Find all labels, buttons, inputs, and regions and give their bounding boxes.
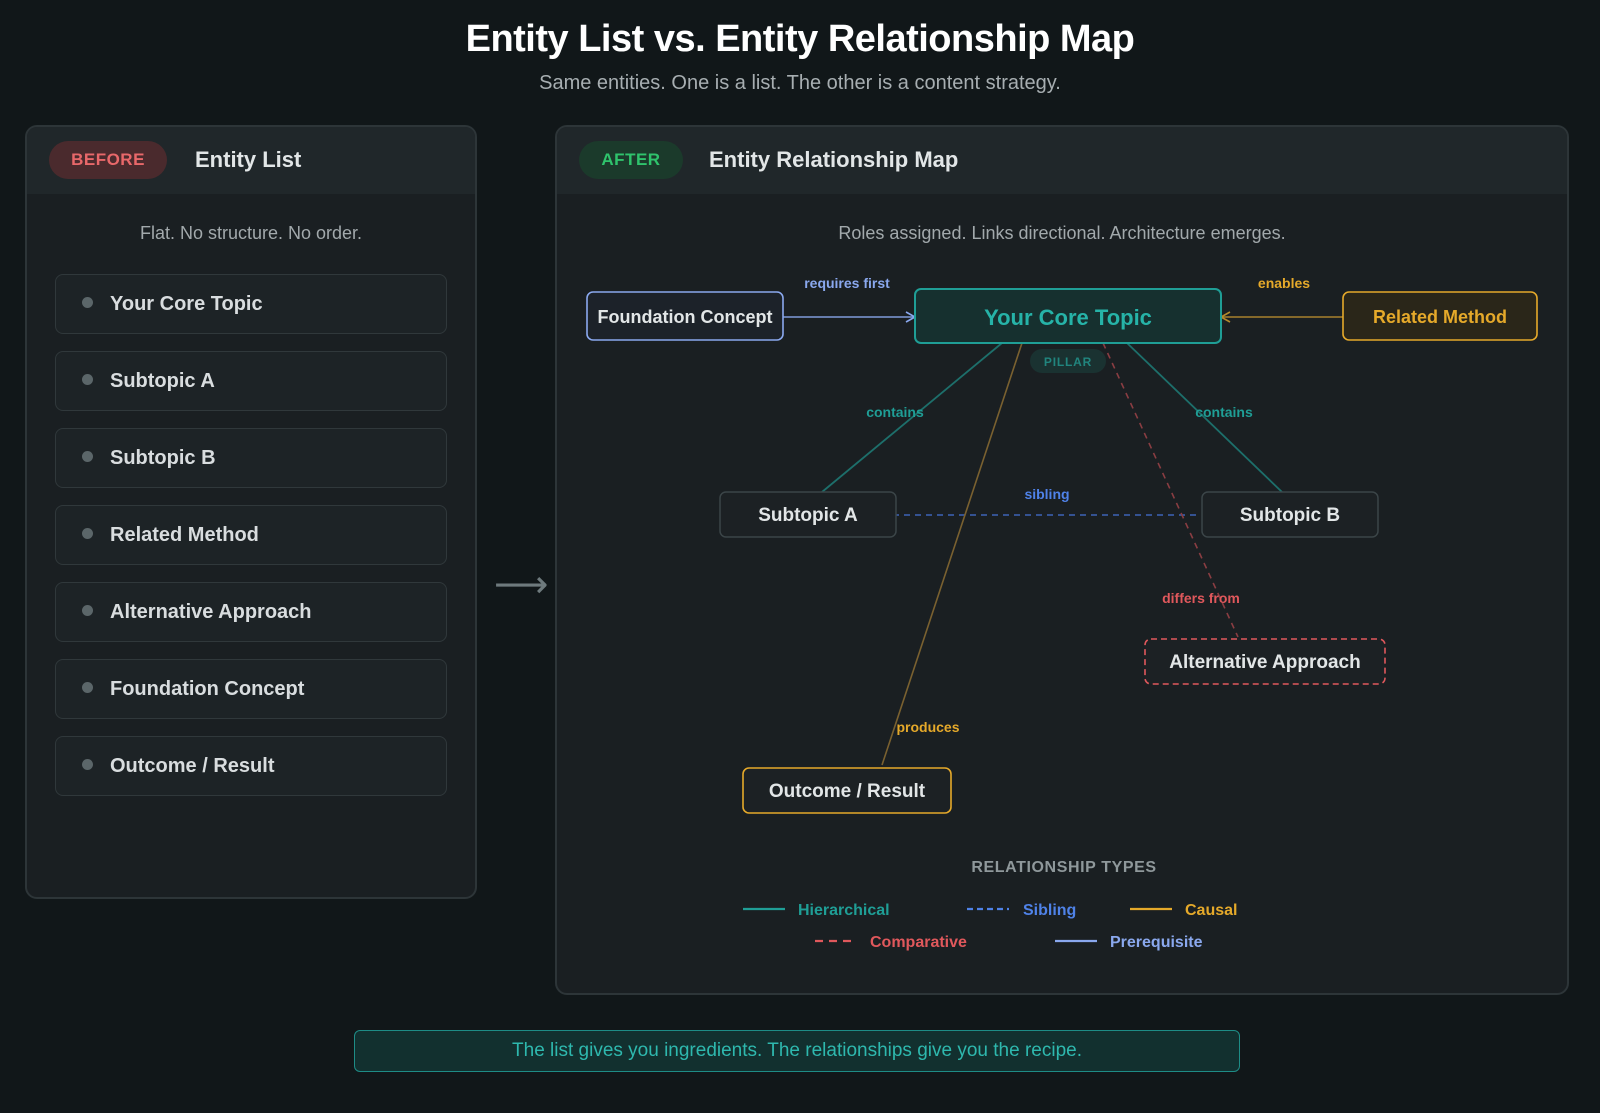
node-subtopic-a-label: Subtopic A <box>758 505 858 526</box>
bullet-icon <box>82 296 93 308</box>
node-method: Related Method <box>1342 291 1538 341</box>
bullet-icon <box>82 373 93 385</box>
before-panel: BEFORE Entity List Flat. No structure. N… <box>25 125 477 899</box>
after-panel: AFTER Entity Relationship Map Roles assi… <box>555 125 1569 995</box>
node-foundation-label: Foundation Concept <box>598 307 773 327</box>
list-item-label: Subtopic B <box>110 446 216 469</box>
legend-item-prerequisite: Prerequisite <box>1055 934 1203 951</box>
legend-item-causal: Causal <box>1130 902 1237 919</box>
list-item: Subtopic A <box>55 351 447 411</box>
relationship-map: requires first enables contains contains… <box>586 275 1538 951</box>
legend-sibling-label: Sibling <box>1023 902 1076 919</box>
bullet-icon <box>82 527 93 539</box>
legend-item-sibling: Sibling <box>967 902 1076 919</box>
before-badge: BEFORE <box>49 141 167 179</box>
edge-label-contains-b: contains <box>1195 404 1253 420</box>
edge-label-produces: produces <box>896 719 959 735</box>
list-item: Foundation Concept <box>55 659 447 719</box>
list-item: Related Method <box>55 505 447 565</box>
bullet-icon <box>82 758 93 770</box>
bullet-icon <box>82 450 93 462</box>
node-alternative-label: Alternative Approach <box>1169 652 1360 673</box>
edge-label-differs: differs from <box>1162 590 1240 606</box>
list-item-label: Foundation Concept <box>110 677 305 700</box>
bullet-icon <box>82 604 93 616</box>
edge-label-requires: requires first <box>804 275 890 291</box>
list-item: Outcome / Result <box>55 736 447 796</box>
node-outcome-label: Outcome / Result <box>769 781 926 802</box>
edge-label-contains-a: contains <box>866 404 924 420</box>
legend-item-comparative: Comparative <box>815 934 967 951</box>
before-caption: Flat. No structure. No order. <box>139 223 363 243</box>
list-item-label: Alternative Approach <box>110 600 312 623</box>
node-method-label: Related Method <box>1373 307 1507 327</box>
node-core: Your Core Topic <box>914 288 1222 344</box>
before-panel-header: BEFORE Entity List <box>27 127 475 194</box>
pillar-badge-label: PILLAR <box>1044 355 1092 369</box>
edge-label-enables: enables <box>1258 275 1310 291</box>
page-title: Entity List vs. Entity Relationship Map <box>465 18 1135 60</box>
arrow-right-icon: ⟶ <box>494 564 549 606</box>
list-item: Subtopic B <box>55 428 447 488</box>
node-subtopic-a: Subtopic A <box>719 491 897 538</box>
node-core-label: Your Core Topic <box>984 305 1152 330</box>
pillar-badge: PILLAR <box>1030 349 1106 373</box>
legend-title: RELATIONSHIP TYPES <box>971 859 1156 876</box>
bullet-icon <box>82 681 93 693</box>
list-item-label: Outcome / Result <box>110 754 275 777</box>
list-item-label: Subtopic A <box>110 369 215 392</box>
legend-item-hierarchical: Hierarchical <box>743 902 890 919</box>
list-item-label: Your Core Topic <box>110 292 263 315</box>
legend-comparative-label: Comparative <box>870 934 967 951</box>
edge-label-sibling: sibling <box>1024 486 1069 502</box>
node-foundation: Foundation Concept <box>586 291 784 341</box>
legend-prerequisite-label: Prerequisite <box>1110 934 1203 951</box>
list-item-label: Related Method <box>110 523 259 546</box>
list-item: Alternative Approach <box>55 582 447 642</box>
list-item: Your Core Topic <box>55 274 447 334</box>
before-panel-title: Entity List <box>195 147 302 172</box>
footer-banner: The list gives you ingredients. The rela… <box>354 1030 1240 1072</box>
node-outcome: Outcome / Result <box>742 767 952 814</box>
legend-hierarchical-label: Hierarchical <box>798 902 890 919</box>
node-alternative: Alternative Approach <box>1144 638 1386 685</box>
node-subtopic-b: Subtopic B <box>1201 491 1379 538</box>
node-subtopic-b-label: Subtopic B <box>1240 505 1340 526</box>
legend-causal-label: Causal <box>1185 902 1237 919</box>
page-subtitle: Same entities. One is a list. The other … <box>539 72 1061 94</box>
